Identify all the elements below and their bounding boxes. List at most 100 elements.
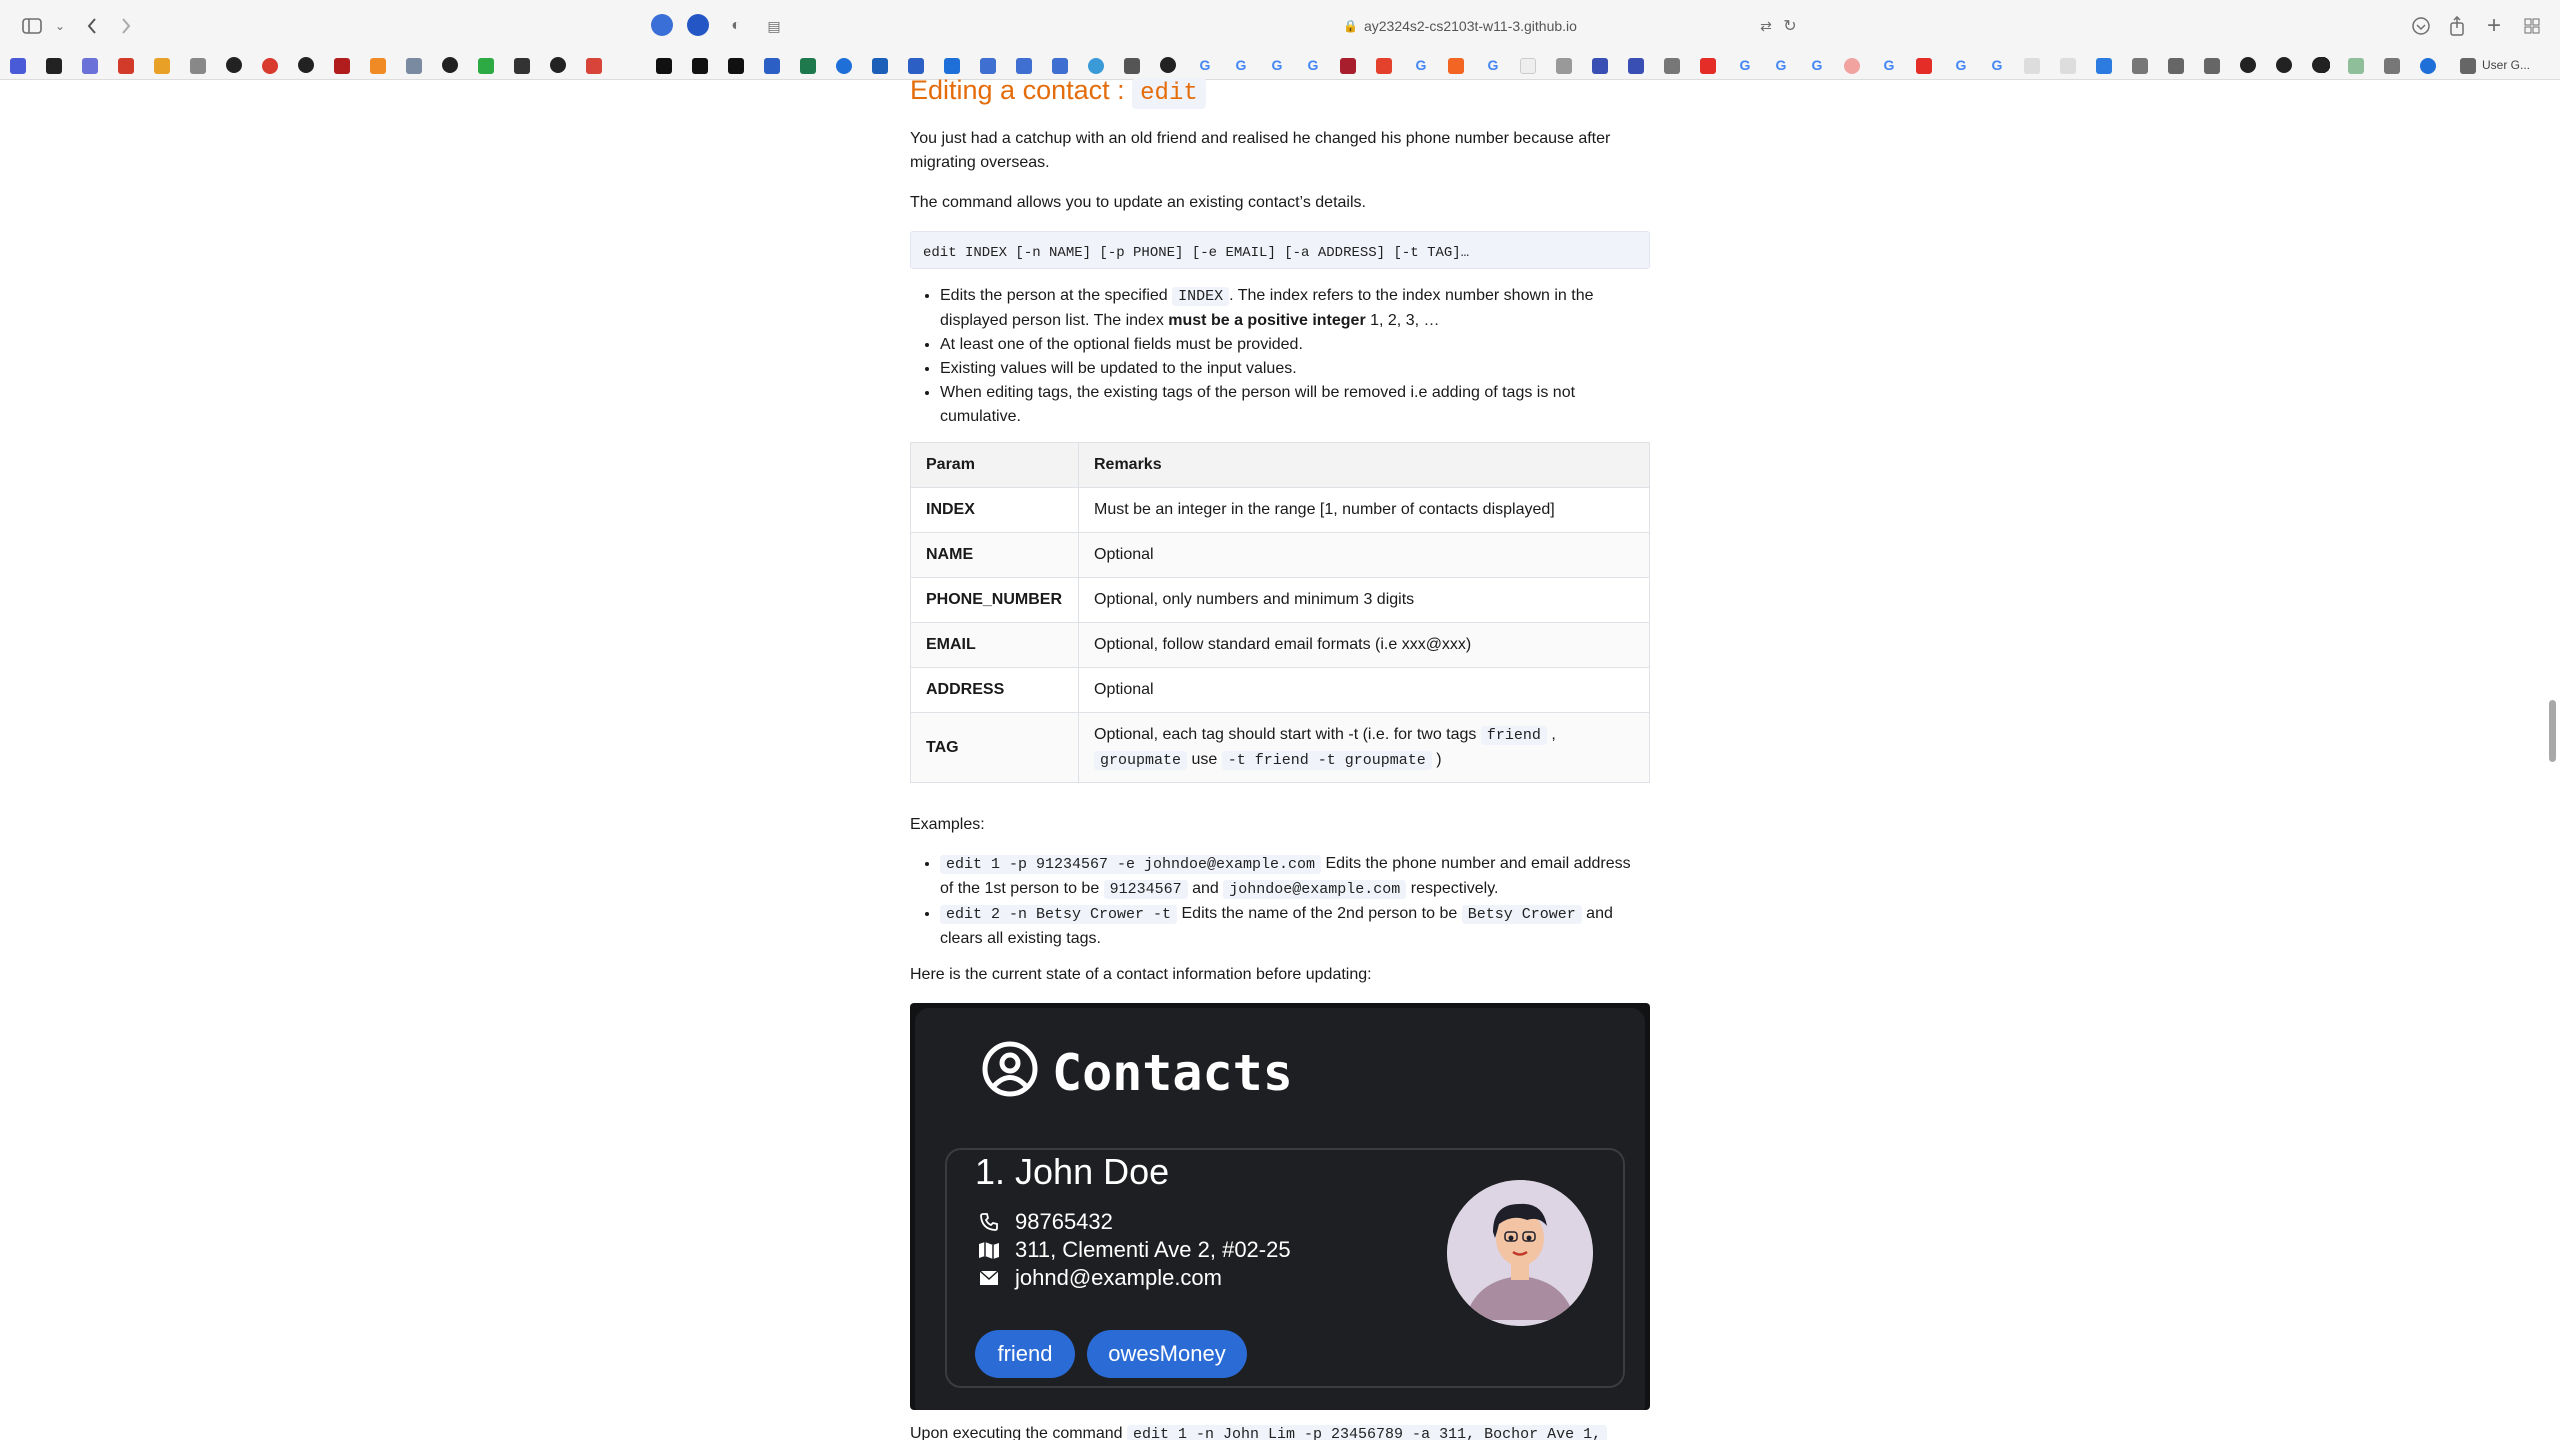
bookmark-icon[interactable] — [1340, 58, 1356, 74]
param-remark: Must be an integer in the range [1, numb… — [1078, 487, 1650, 533]
google-icon[interactable]: G — [1988, 56, 2006, 74]
list-item: Existing values will be updated to the i… — [940, 357, 1640, 381]
google-icon[interactable]: G — [1736, 56, 1754, 74]
github-icon[interactable] — [2276, 57, 2292, 73]
github-icon[interactable] — [442, 57, 458, 73]
bookmark-icon[interactable] — [1088, 58, 1104, 74]
tab-overview-icon[interactable] — [2518, 12, 2546, 40]
download-icon[interactable] — [2407, 12, 2435, 40]
reader-icon[interactable]: ▤ — [760, 12, 788, 40]
phone-icon — [977, 1212, 1001, 1232]
bookmark-icon[interactable] — [586, 58, 602, 74]
github-icon[interactable] — [550, 57, 566, 73]
bookmark-icon[interactable] — [2204, 58, 2220, 74]
back-icon[interactable] — [78, 12, 106, 40]
extension-icon[interactable] — [651, 14, 673, 36]
scrollbar[interactable] — [2549, 700, 2556, 762]
param-name: NAME — [910, 532, 1079, 578]
extension-icon[interactable] — [687, 14, 709, 36]
youtube-icon[interactable] — [1700, 58, 1716, 74]
avatar — [1447, 1180, 1593, 1326]
github-icon[interactable] — [298, 57, 314, 73]
sidebar-toggle-icon[interactable] — [18, 12, 46, 40]
bookmark-icon[interactable] — [872, 58, 888, 74]
bookmark-icon[interactable] — [692, 58, 708, 74]
share-icon[interactable] — [2443, 12, 2471, 40]
github-icon[interactable] — [1160, 57, 1176, 73]
google-icon[interactable]: G — [1808, 56, 1826, 74]
bookmark-icon[interactable] — [2460, 58, 2476, 74]
bookmark-icon[interactable] — [908, 58, 924, 74]
bookmark-icon[interactable] — [2096, 58, 2112, 74]
table-row: TAG Optional, each tag should start with… — [910, 712, 1650, 783]
bookmark-icon[interactable] — [262, 58, 278, 74]
bookmark-icon[interactable] — [1124, 58, 1140, 74]
bookmark-icon[interactable] — [370, 58, 386, 74]
github-icon[interactable] — [2240, 57, 2256, 73]
bookmark-icon[interactable] — [944, 58, 960, 74]
bookmark-icon[interactable] — [118, 58, 134, 74]
google-icon[interactable]: G — [1772, 56, 1790, 74]
bookmark-icon[interactable] — [836, 58, 852, 74]
google-icon[interactable]: G — [1484, 56, 1502, 74]
bookmark-icon[interactable] — [1664, 58, 1680, 74]
bookmark-icon[interactable] — [1844, 58, 1860, 74]
new-tab-icon[interactable]: + — [2480, 12, 2508, 40]
bookmark-icon[interactable] — [728, 58, 744, 74]
github-icon[interactable] — [2314, 57, 2330, 73]
google-icon[interactable]: G — [1412, 56, 1430, 74]
google-icon[interactable]: G — [1196, 56, 1214, 74]
param-remark: Optional, each tag should start with -t … — [1078, 712, 1650, 783]
bookmark-icon[interactable] — [406, 58, 422, 74]
bookmark-icon[interactable] — [1448, 58, 1464, 74]
bullet-text: 1, 2, 3, … — [1365, 312, 1440, 329]
forward-icon[interactable] — [112, 12, 140, 40]
bookmark-icon[interactable] — [1592, 58, 1608, 74]
bookmark-icon[interactable] — [2060, 58, 2076, 74]
bookmark-icon[interactable] — [2168, 58, 2184, 74]
bookmark-icon[interactable] — [82, 58, 98, 74]
bookmark-icon[interactable] — [1628, 58, 1644, 74]
shield-icon[interactable]: ◐ — [722, 12, 750, 40]
bookmark-icon[interactable] — [2420, 58, 2436, 74]
bullet-text: Edits the person at the specified — [940, 287, 1173, 304]
google-icon[interactable]: G — [1232, 56, 1250, 74]
bookmark-icon[interactable] — [2024, 58, 2040, 74]
contact-card[interactable]: 1. John Doe 98765432 311, Clementi Ave 2… — [945, 1148, 1625, 1388]
bookmark-icon[interactable] — [10, 58, 26, 74]
bookmark-icon[interactable] — [1520, 58, 1536, 74]
chevron-down-icon[interactable]: ⌄ — [46, 12, 74, 40]
bookmark-icon[interactable] — [764, 58, 780, 74]
paragraph-text: Upon executing the command — [910, 1425, 1128, 1440]
bookmark-icon[interactable] — [1052, 58, 1068, 74]
inline-code: edit 1 -n John Lim -p 23456789 -a 311, B… — [1127, 1425, 1608, 1440]
reload-icon[interactable]: ↻ — [1776, 12, 1804, 40]
bookmark-icon[interactable] — [2132, 58, 2148, 74]
google-icon[interactable]: G — [1268, 56, 1286, 74]
bookmark-icon[interactable] — [46, 58, 62, 74]
bookmark-icon[interactable] — [800, 58, 816, 74]
contact-phone-row: 98765432 — [977, 1210, 1113, 1234]
bookmark-icon[interactable] — [980, 58, 996, 74]
bookmark-label[interactable]: User G... — [2482, 58, 2530, 72]
bookmark-icon[interactable] — [2348, 58, 2364, 74]
bookmark-icon[interactable] — [514, 58, 530, 74]
youtube-icon[interactable] — [1916, 58, 1932, 74]
bookmark-icon[interactable] — [1016, 58, 1032, 74]
tag-chip[interactable]: friend — [975, 1330, 1075, 1378]
google-icon[interactable]: G — [1304, 56, 1322, 74]
bookmark-icon[interactable] — [190, 58, 206, 74]
bookmark-icon[interactable] — [1556, 58, 1572, 74]
github-icon[interactable] — [226, 57, 242, 73]
google-icon[interactable]: G — [1880, 56, 1898, 74]
bookmark-icon[interactable] — [154, 58, 170, 74]
bookmark-icon[interactable] — [1376, 58, 1392, 74]
bookmark-icon[interactable] — [478, 58, 494, 74]
google-icon[interactable]: G — [1952, 56, 1970, 74]
bookmark-icon[interactable] — [334, 58, 350, 74]
lock-icon: 🔒 — [1343, 19, 1358, 33]
address-bar[interactable]: 🔒 ay2324s2-cs2103t-w11-3.github.io — [1100, 12, 1820, 40]
bookmark-icon[interactable] — [2384, 58, 2400, 74]
bookmark-icon[interactable] — [656, 58, 672, 74]
tag-chip[interactable]: owesMoney — [1087, 1330, 1247, 1378]
